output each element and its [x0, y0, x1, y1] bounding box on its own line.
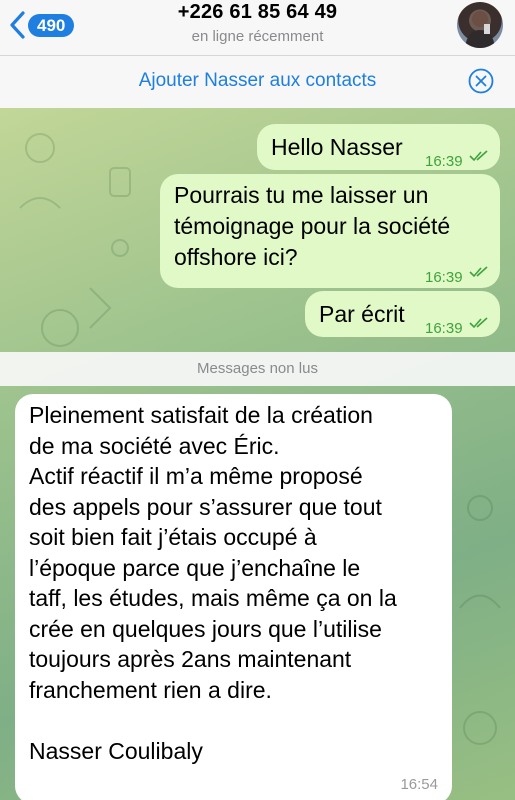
outgoing-message[interactable]: Pourrais tu me laisser un témoignage pou… [160, 174, 500, 288]
unread-divider: Messages non lus [0, 352, 515, 386]
message-time: 16:39 [425, 153, 463, 170]
outgoing-message[interactable]: Par écrit 16:39 [305, 291, 500, 337]
message-text: Par écrit [319, 301, 405, 327]
message-time: 16:39 [425, 269, 463, 286]
incoming-message[interactable]: Pleinement satisfait de la création de m… [15, 394, 452, 800]
chat-status: en ligne récemment [191, 28, 324, 45]
message-time: 16:39 [425, 320, 463, 337]
chat-header: 490 +226 61 85 64 49 en ligne récemment [0, 0, 515, 56]
double-check-icon [469, 317, 488, 329]
message-text: Hello Nasser [271, 134, 403, 160]
user-avatar-icon[interactable] [457, 2, 503, 48]
add-contact-link[interactable]: Ajouter Nasser aux contacts [0, 70, 515, 92]
chat-area[interactable]: Hello Nasser 16:39 Pourrais tu me laisse… [0, 108, 515, 800]
message-line: Pourrais tu me laisser un [174, 182, 429, 208]
chat-title[interactable]: +226 61 85 64 49 [0, 1, 515, 24]
message-time: 16:54 [400, 776, 438, 793]
avatar-photo [465, 11, 495, 48]
message-text: Pourrais tu me laisser un témoignage pou… [174, 180, 494, 273]
close-circle-icon[interactable] [468, 68, 494, 94]
outgoing-message[interactable]: Hello Nasser 16:39 [257, 124, 500, 170]
add-contact-bar: Ajouter Nasser aux contacts [0, 56, 515, 109]
double-check-icon [469, 266, 488, 278]
message-line: témoignage pour la société [174, 213, 451, 239]
message-text: Pleinement satisfait de la création de m… [29, 402, 397, 764]
double-check-icon [469, 150, 488, 162]
